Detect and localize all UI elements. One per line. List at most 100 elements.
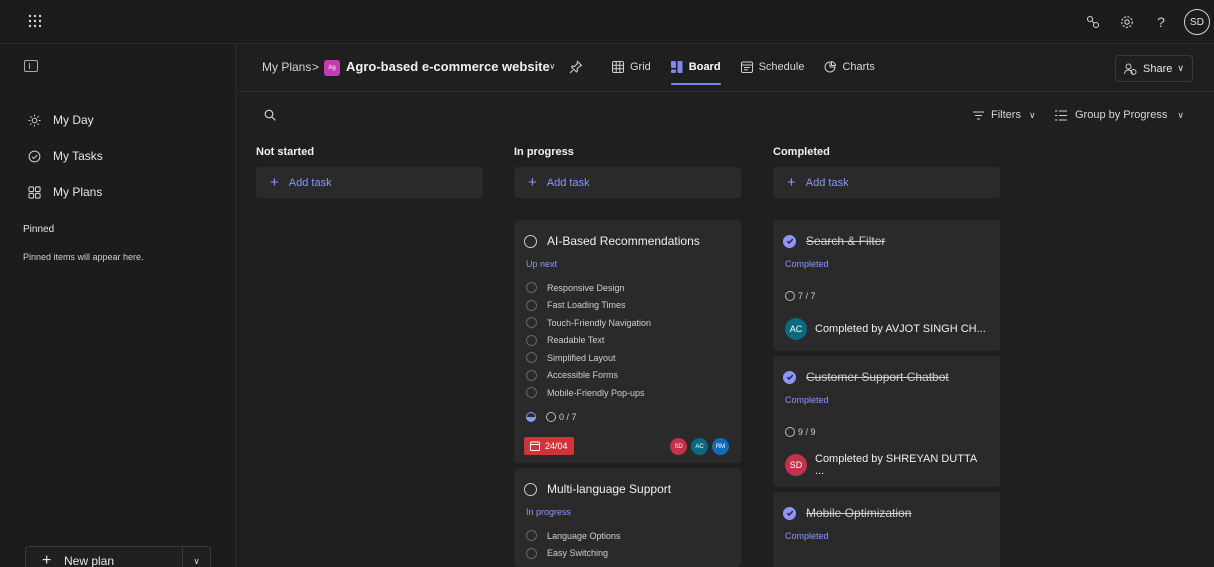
checklist-item-label: Mobile-Friendly Pop-ups (547, 387, 645, 398)
app-launcher-icon[interactable] (28, 14, 44, 30)
checklist: Language Options Easy Switching (514, 517, 741, 562)
sidebar-item-my-day[interactable]: My Day (0, 102, 236, 138)
task-status-label: Completed (785, 259, 829, 269)
calendar-icon (530, 441, 540, 451)
checklist-item[interactable]: Simplified Layout (526, 349, 741, 367)
checklist-item[interactable]: Readable Text (526, 332, 741, 350)
checklist-item-label: Easy Switching (547, 548, 609, 559)
checklist-item-label: Fast Loading Times (547, 300, 626, 311)
checklist-checkbox[interactable] (526, 352, 537, 364)
collapse-sidebar-icon[interactable] (24, 60, 38, 72)
task-card[interactable]: Search & Filter Completed 7 / 7 AC Compl… (773, 220, 1000, 351)
task-card[interactable]: Customer Support Chatbot Completed 9 / 9… (773, 356, 1000, 487)
task-card[interactable]: Multi-language Support In progress Langu… (514, 468, 741, 567)
avatar[interactable]: SD (670, 438, 687, 455)
avatar[interactable]: SD (785, 454, 807, 476)
tab-label: Charts (842, 61, 875, 73)
completed-check-icon[interactable] (783, 506, 796, 520)
pin-icon[interactable] (569, 60, 583, 74)
task-title: Customer Support Chatbot (806, 370, 949, 384)
avatar[interactable]: AC (691, 438, 708, 455)
task-card[interactable]: AI-Based Recommendations Up next Respons… (514, 220, 741, 463)
group-by-button[interactable]: Group by Progress ∨ (1055, 109, 1184, 121)
task-status-label: Completed (785, 531, 829, 541)
checklist-count-label: 0 / 7 (559, 411, 577, 422)
chevron-down-icon[interactable]: ∨ (182, 547, 210, 567)
plus-icon: + (270, 174, 279, 191)
checklist-count: 7 / 7 (785, 291, 816, 301)
checklist-item-label: Accessible Forms (547, 370, 619, 381)
checklist-item[interactable]: Easy Switching (526, 545, 741, 563)
task-checkbox[interactable] (524, 234, 537, 248)
checklist-count: 0 / 7 (546, 411, 577, 422)
tab-schedule[interactable]: Schedule (740, 44, 804, 90)
avatar[interactable]: RM (712, 438, 729, 455)
due-date-badge[interactable]: 24/04 (524, 437, 574, 455)
checklist-item[interactable]: Accessible Forms (526, 367, 741, 385)
completed-by-row: AC Completed by AVJOT SINGH CH... (773, 317, 1000, 341)
task-title: Search & Filter (806, 234, 886, 248)
task-title-row: Multi-language Support (514, 468, 741, 496)
checklist-checkbox[interactable] (526, 317, 537, 329)
share-link-icon[interactable] (1076, 0, 1110, 44)
user-avatar[interactable]: SD (1184, 9, 1210, 35)
checklist-checkbox[interactable] (526, 387, 537, 399)
column-completed: Completed + Add task Search & Filter Com… (773, 137, 1000, 567)
column-in-progress: In progress + Add task AI-Based Recommen… (514, 137, 741, 567)
settings-icon[interactable] (1110, 0, 1144, 44)
task-title: AI-Based Recommendations (547, 234, 700, 248)
checklist-checkbox[interactable] (526, 530, 537, 542)
sidebar-item-label: My Plans (53, 185, 103, 199)
checklist-checkbox[interactable] (526, 369, 537, 381)
people-icon (1124, 63, 1137, 75)
add-task-button[interactable]: + Add task (514, 167, 741, 198)
checklist-item[interactable]: Touch-Friendly Navigation (526, 314, 741, 332)
completed-check-icon[interactable] (783, 370, 796, 384)
tab-charts[interactable]: Charts (824, 44, 875, 90)
task-checkbox[interactable] (524, 482, 537, 496)
progress-row: 9 / 9 (773, 405, 1000, 437)
filters-button[interactable]: Filters ∨ (973, 109, 1036, 121)
checklist-checkbox[interactable] (526, 334, 537, 346)
checklist-checkbox[interactable] (526, 282, 537, 294)
task-card[interactable]: Mobile Optimization Completed (773, 492, 1000, 567)
help-icon[interactable]: ? (1144, 0, 1178, 44)
sidebar-item-my-plans[interactable]: My Plans (0, 174, 236, 210)
check-circle-icon (785, 291, 795, 301)
pinned-heading: Pinned (23, 224, 55, 235)
add-task-button[interactable]: + Add task (773, 167, 1000, 198)
checklist-item[interactable]: Fast Loading Times (526, 297, 741, 315)
add-task-button[interactable]: + Add task (256, 167, 483, 198)
pinned-empty-text: Pinned items will appear here. (23, 252, 144, 262)
new-plan-button[interactable]: + New plan ∨ (25, 546, 211, 567)
view-tabs: Grid Board Schedule Charts (612, 44, 895, 92)
plus-icon: + (787, 174, 796, 191)
checklist-checkbox[interactable] (526, 547, 537, 559)
checklist-checkbox[interactable] (526, 299, 537, 311)
checklist-item[interactable]: Mobile-Friendly Pop-ups (526, 384, 741, 402)
completed-check-icon[interactable] (783, 234, 796, 248)
search-icon[interactable] (264, 109, 276, 121)
plus-icon: + (528, 174, 537, 191)
breadcrumb-my-plans[interactable]: My Plans (262, 60, 311, 74)
calendar-icon (740, 61, 753, 73)
plan-title[interactable]: Agro-based e-commerce website (346, 59, 550, 74)
task-title-row: Mobile Optimization (773, 492, 1000, 520)
add-task-label: Add task (805, 176, 849, 189)
plan-logo: Ag (324, 60, 340, 76)
checklist-item[interactable]: Language Options (526, 527, 741, 545)
task-title-row: AI-Based Recommendations (514, 220, 741, 248)
chevron-down-icon: ∨ (1177, 63, 1184, 73)
tab-board[interactable]: Board (670, 44, 721, 90)
share-button[interactable]: Share ∨ (1115, 55, 1193, 82)
checklist-count-label: 9 / 9 (798, 427, 816, 437)
checklist-item[interactable]: Responsive Design (526, 279, 741, 297)
chevron-down-icon[interactable]: ∨ (549, 61, 556, 72)
sidebar-item-label: My Day (53, 113, 94, 127)
tab-grid[interactable]: Grid (612, 44, 651, 90)
avatar[interactable]: AC (785, 318, 807, 340)
sidebar-item-my-tasks[interactable]: My Tasks (0, 138, 236, 174)
grid-icon (612, 61, 624, 73)
task-status-label: In progress (526, 507, 572, 517)
task-title-row: Customer Support Chatbot (773, 356, 1000, 384)
